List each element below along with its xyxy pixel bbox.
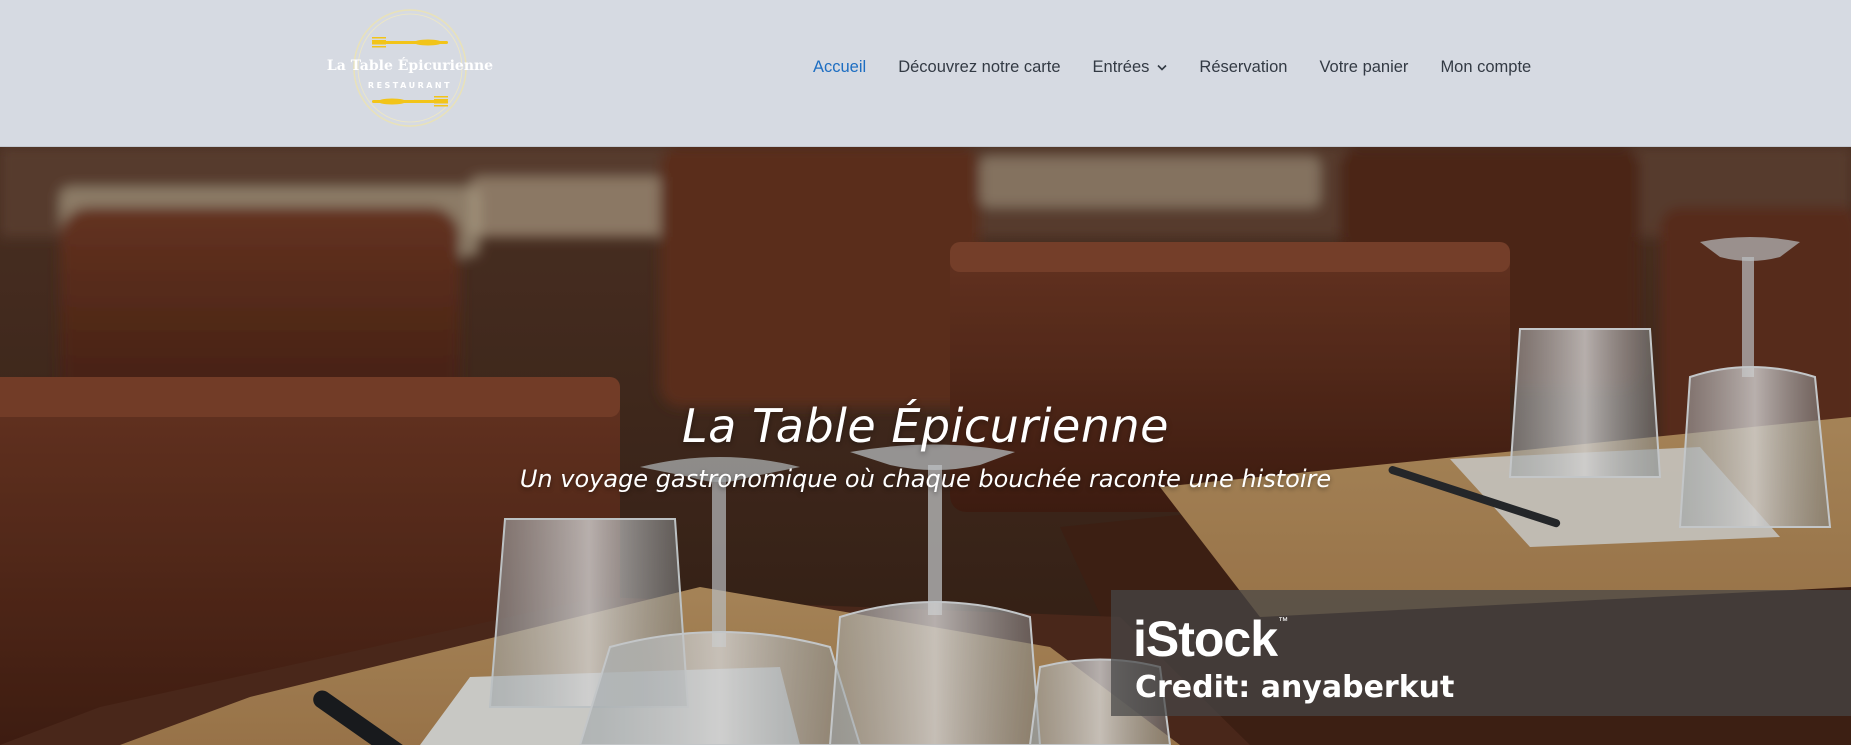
nav-item-reservation[interactable]: Réservation	[1199, 58, 1287, 77]
istock-brand-text: iStock	[1133, 611, 1278, 667]
hero-subtitle: Un voyage gastronomique où chaque bouché…	[519, 465, 1332, 493]
chevron-down-icon	[1157, 64, 1167, 71]
hero-title: La Table Épicurienne	[682, 399, 1169, 453]
site-header: La Table Épicurienne RESTAURANT Accueil …	[0, 0, 1851, 147]
nav-item-label: Mon compte	[1440, 58, 1532, 76]
istock-logo: iStock™	[1133, 610, 1288, 668]
logo-name: La Table Épicurienne	[327, 56, 493, 74]
nav-item-label: Entrées	[1092, 58, 1150, 76]
nav-item-accueil[interactable]: Accueil	[813, 58, 866, 77]
nav-item-label: Accueil	[813, 58, 867, 76]
main-navigation: Accueil Découvrez notre carte Entrées Ré…	[813, 58, 1531, 77]
nav-item-panier[interactable]: Votre panier	[1319, 58, 1408, 77]
nav-item-entrees[interactable]: Entrées	[1093, 58, 1168, 77]
trademark-symbol: ™	[1278, 616, 1288, 627]
nav-item-label: Votre panier	[1319, 58, 1409, 76]
restaurant-logo[interactable]: La Table Épicurienne RESTAURANT	[324, 4, 496, 132]
nav-item-compte[interactable]: Mon compte	[1440, 58, 1531, 77]
nav-item-label: Découvrez notre carte	[898, 58, 1061, 76]
nav-item-carte[interactable]: Découvrez notre carte	[898, 58, 1060, 77]
istock-watermark: iStock™ Credit: anyaberkut	[1111, 590, 1851, 716]
hero-banner: La Table Épicurienne Un voyage gastronom…	[0, 147, 1851, 745]
logo-tagline: RESTAURANT	[368, 81, 452, 90]
logo-emblem: La Table Épicurienne RESTAURANT	[327, 9, 493, 127]
nav-item-label: Réservation	[1199, 58, 1288, 76]
photo-credit: Credit: anyaberkut	[1135, 670, 1455, 705]
